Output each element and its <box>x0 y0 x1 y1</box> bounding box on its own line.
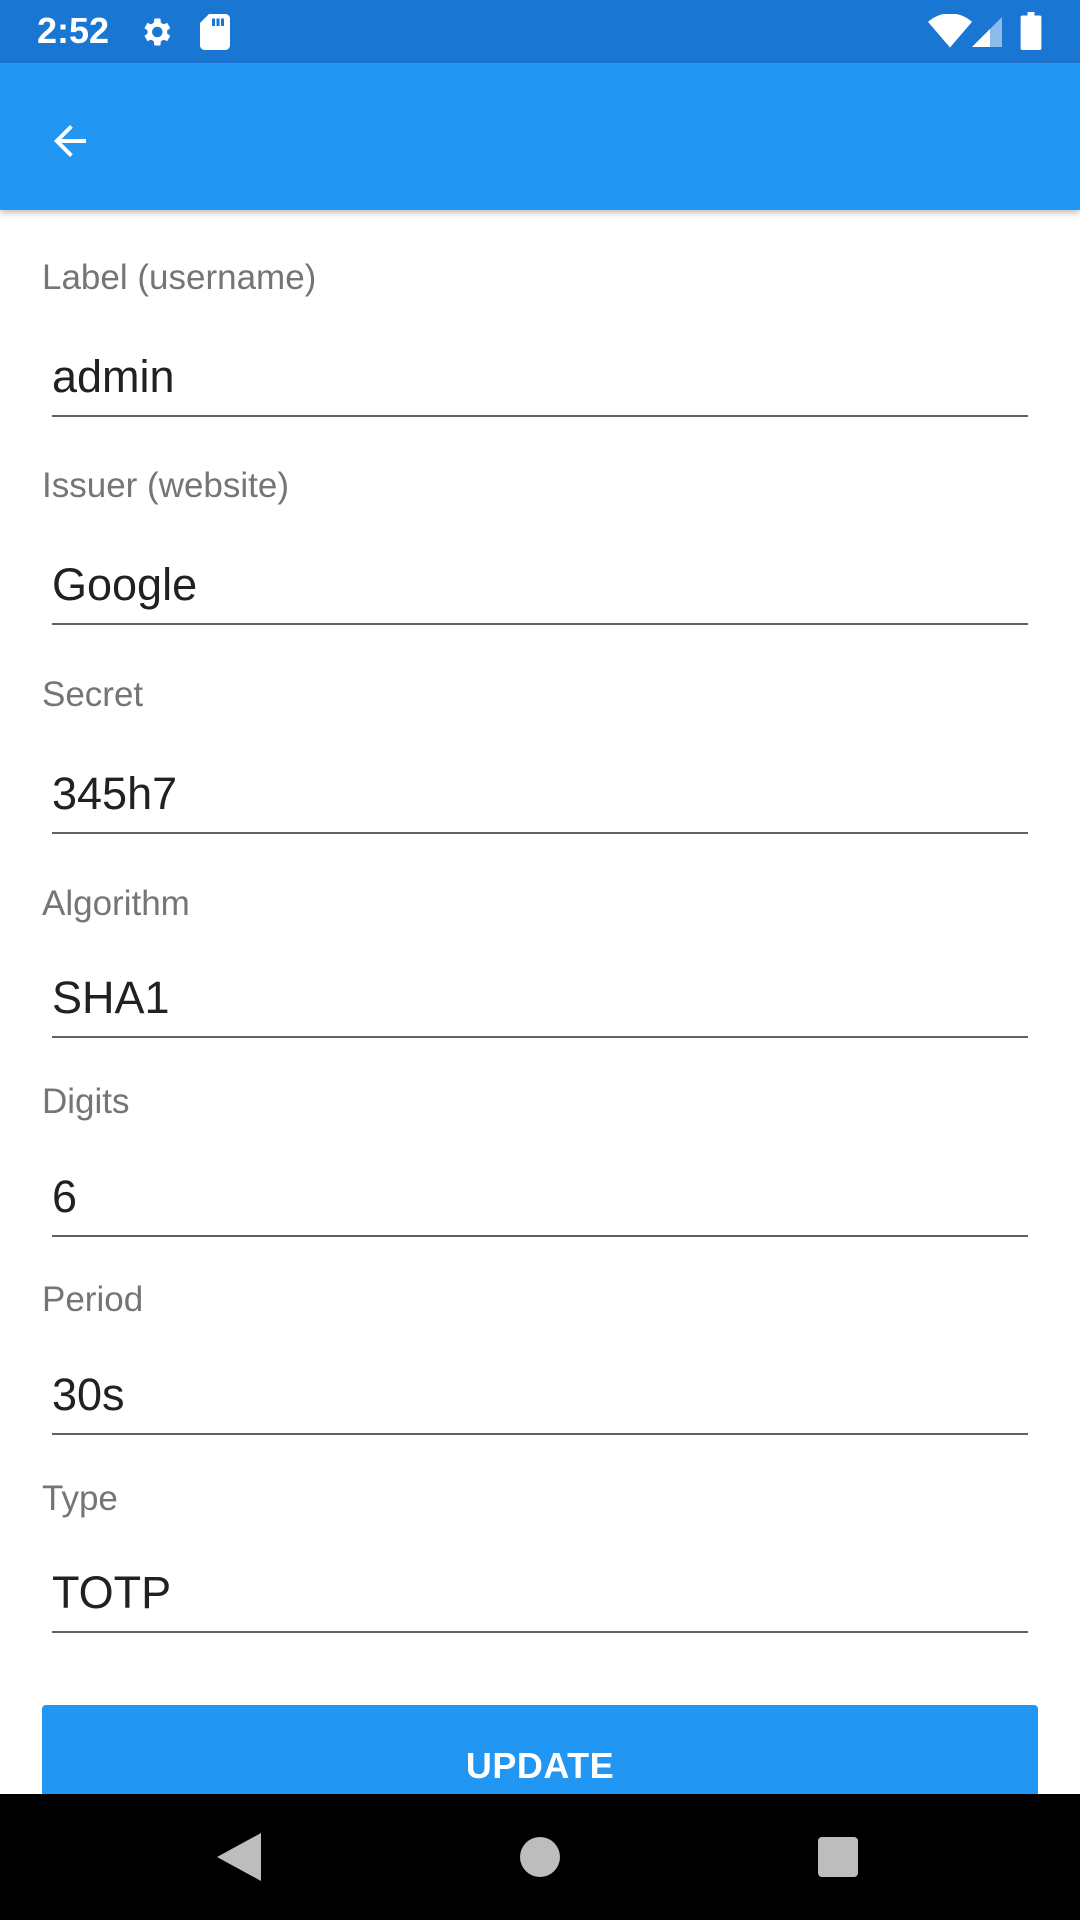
status-bar: 2:52 <box>0 0 1080 63</box>
arrow-back-icon <box>46 117 94 170</box>
back-button[interactable] <box>30 103 110 183</box>
label-username-label: Label (username) <box>42 258 317 297</box>
app-bar <box>0 63 1080 210</box>
status-time: 2:52 <box>37 10 110 51</box>
secret-input[interactable]: 345h7 <box>52 764 1028 834</box>
signal-icon <box>972 16 1002 53</box>
nav-recents-button[interactable] <box>803 1824 873 1894</box>
period-label: Period <box>42 1280 144 1319</box>
secret-label: Secret <box>42 675 144 714</box>
algorithm-input[interactable]: SHA1 <box>52 968 1028 1038</box>
label-username-input[interactable]: admin <box>52 347 1028 417</box>
period-input[interactable]: 30s <box>52 1365 1028 1435</box>
nav-home-button[interactable] <box>505 1824 575 1894</box>
system-nav-bar <box>0 1794 1080 1920</box>
digits-input[interactable]: 6 <box>52 1167 1028 1237</box>
home-circle-icon <box>520 1836 560 1882</box>
type-input[interactable]: TOTP <box>52 1563 1028 1633</box>
type-label: Type <box>42 1479 118 1518</box>
recents-square-icon <box>818 1836 858 1882</box>
sd-card-icon <box>198 14 232 55</box>
wifi-icon <box>928 13 972 53</box>
digits-label: Digits <box>42 1082 130 1121</box>
settings-icon <box>138 14 174 55</box>
back-triangle-icon <box>217 1832 261 1886</box>
issuer-input[interactable]: Google <box>52 555 1028 625</box>
algorithm-label: Algorithm <box>42 884 190 923</box>
nav-back-button[interactable] <box>204 1824 274 1894</box>
issuer-label: Issuer (website) <box>42 466 290 505</box>
battery-icon <box>1020 12 1042 55</box>
